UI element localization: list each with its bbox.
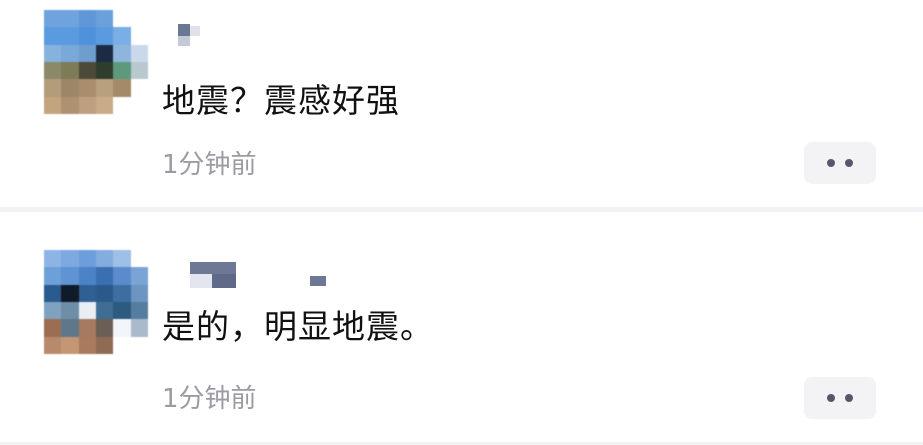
more-button[interactable] — [804, 377, 876, 419]
comment-item: 是的，明显地震。 1分钟前 — [0, 212, 923, 442]
comment-item: 地震？震感好强 1分钟前 — [0, 0, 923, 207]
avatar[interactable] — [44, 10, 148, 114]
avatar[interactable] — [44, 250, 148, 354]
username[interactable] — [190, 262, 330, 290]
timestamp: 1分钟前 — [162, 384, 257, 414]
more-dots-icon — [827, 394, 835, 402]
comment-text: 是的，明显地震。 — [162, 307, 434, 346]
timestamp: 1分钟前 — [162, 150, 257, 180]
username[interactable] — [178, 24, 202, 48]
more-dots-icon — [845, 394, 853, 402]
more-dots-icon — [845, 159, 853, 167]
comment-text: 地震？震感好强 — [162, 81, 400, 120]
more-dots-icon — [827, 159, 835, 167]
comment-feed: 地震？震感好强 1分钟前 是的，明显地震。 1分钟前 — [0, 0, 923, 445]
more-button[interactable] — [804, 142, 876, 184]
